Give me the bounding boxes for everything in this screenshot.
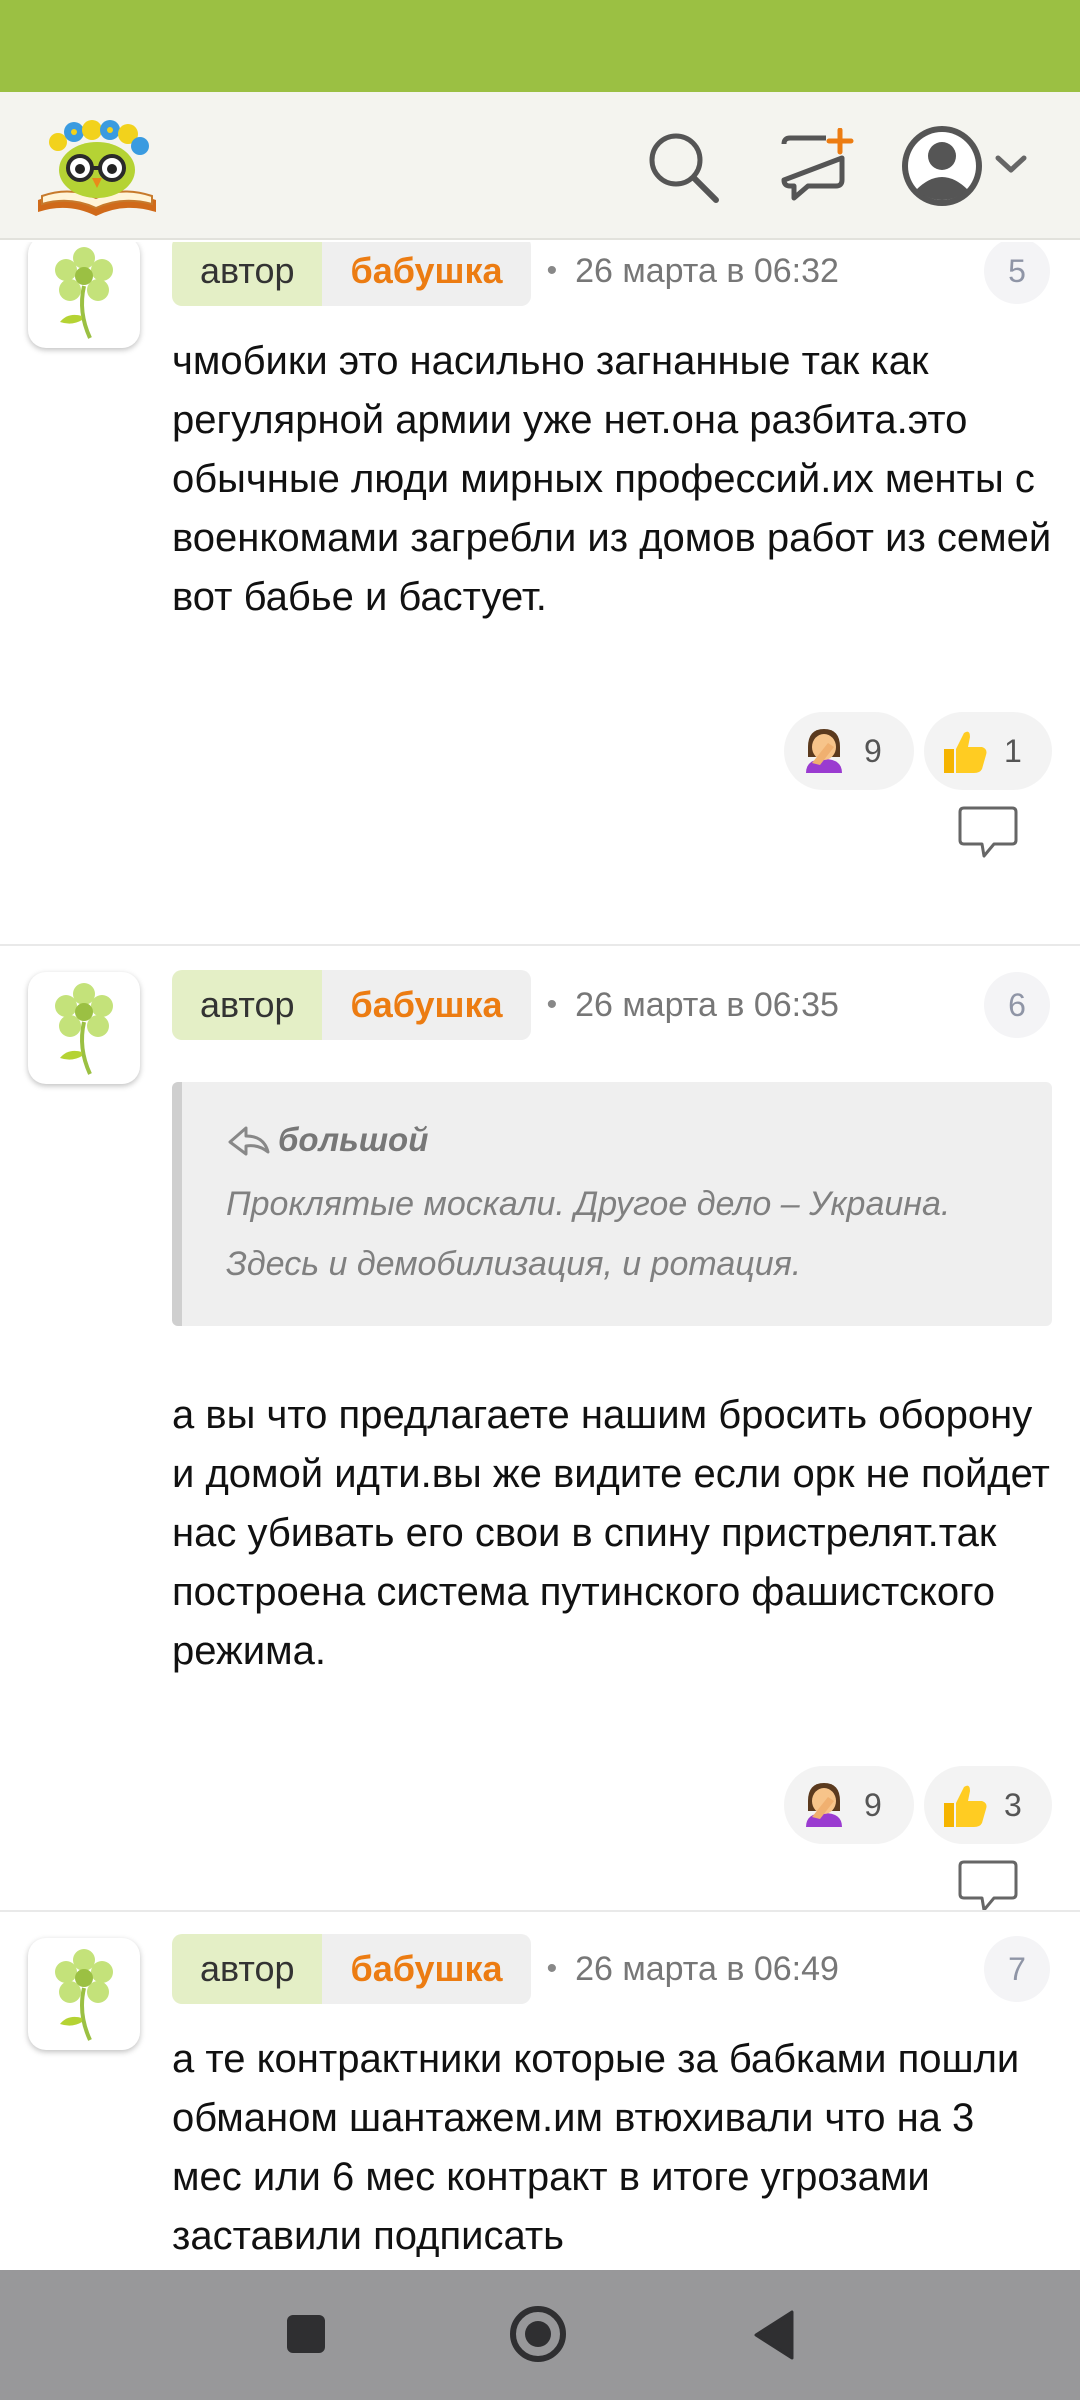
timestamp[interactable]: 26 марта в 06:32 — [575, 252, 839, 291]
quote-text: Проклятые москали. Другое дело – Украина… — [226, 1185, 951, 1283]
facepalm-emoji — [806, 1783, 842, 1827]
separator-dot: • — [546, 1952, 558, 1985]
separator-dot: • — [546, 254, 558, 287]
comment-7: автор бабушка • 26 марта в 06:49 7 а те … — [0, 1912, 1080, 2270]
reply-icon[interactable] — [954, 1858, 1022, 1918]
author-tag: автор — [172, 970, 323, 1040]
owl-on-book-logo[interactable] — [32, 108, 162, 224]
reaction-count: 3 — [1004, 1786, 1022, 1823]
thumbs-up-emoji — [944, 731, 987, 773]
username[interactable]: бабушка — [322, 1934, 531, 2004]
new-post-icon[interactable] — [776, 127, 854, 206]
search-icon[interactable] — [644, 128, 722, 206]
author-tag: автор — [172, 242, 323, 306]
comment-meta: автор бабушка • 26 марта в 06:49 — [172, 1934, 839, 2004]
app-header — [0, 92, 1080, 240]
status-bar — [0, 0, 1080, 92]
username[interactable]: бабушка — [322, 970, 531, 1040]
timestamp[interactable]: 26 марта в 06:35 — [575, 986, 839, 1025]
reaction-facepalm[interactable]: 9 — [784, 712, 914, 790]
profile-menu[interactable] — [898, 120, 1048, 212]
avatar[interactable] — [28, 242, 140, 348]
recents-square-icon[interactable] — [286, 2314, 326, 2354]
quote-author-name: большой — [278, 1121, 429, 1158]
quote-block: большой Проклятые москали. Другое дело –… — [172, 1082, 1052, 1326]
separator-dot: • — [546, 988, 558, 1021]
comment-text: чмобики это насильно загнанные так как р… — [172, 339, 1052, 619]
timestamp[interactable]: 26 марта в 06:49 — [575, 1950, 839, 1989]
reaction-thumbs-up[interactable]: 3 — [924, 1766, 1052, 1844]
facepalm-emoji — [806, 729, 842, 773]
comment-number-badge[interactable]: 6 — [984, 972, 1050, 1038]
back-triangle-icon[interactable] — [752, 2310, 796, 2360]
profile-icon — [902, 126, 982, 206]
author-tag: автор — [172, 1934, 323, 2004]
avatar[interactable] — [28, 1938, 140, 2050]
comment-meta: автор бабушка • 26 марта в 06:35 — [172, 970, 839, 1040]
system-nav-bar — [0, 2270, 1080, 2400]
comment-feed[interactable]: автор бабушка • 26 марта в 06:32 5 чмоби… — [0, 242, 1080, 2270]
comment-meta: автор бабушка • 26 марта в 06:32 — [172, 242, 839, 306]
reaction-count: 9 — [864, 1786, 882, 1823]
reaction-count: 9 — [864, 732, 882, 769]
comment-text: а вы что предлагаете нашим бросить оборо… — [172, 1393, 1050, 1673]
comment-number-badge[interactable]: 5 — [984, 242, 1050, 304]
comment-text: а те контрактники которые за бабками пош… — [172, 2037, 1020, 2258]
username[interactable]: бабушка — [322, 242, 531, 306]
reaction-facepalm[interactable]: 9 — [784, 1766, 914, 1844]
reply-icon[interactable] — [954, 804, 1022, 864]
thumbs-up-emoji — [944, 1785, 987, 1827]
quote-author[interactable]: большой — [226, 1120, 1016, 1160]
avatar[interactable] — [28, 972, 140, 1084]
comment-6: автор бабушка • 26 марта в 06:35 6 больш… — [0, 946, 1080, 1912]
chevron-down-icon — [995, 155, 1027, 173]
reaction-count: 1 — [1004, 732, 1022, 769]
home-circle-icon[interactable] — [508, 2304, 568, 2364]
reaction-thumbs-up[interactable]: 1 — [924, 712, 1052, 790]
reply-arrow-icon — [228, 1126, 270, 1156]
comment-number-badge[interactable]: 7 — [984, 1936, 1050, 2002]
